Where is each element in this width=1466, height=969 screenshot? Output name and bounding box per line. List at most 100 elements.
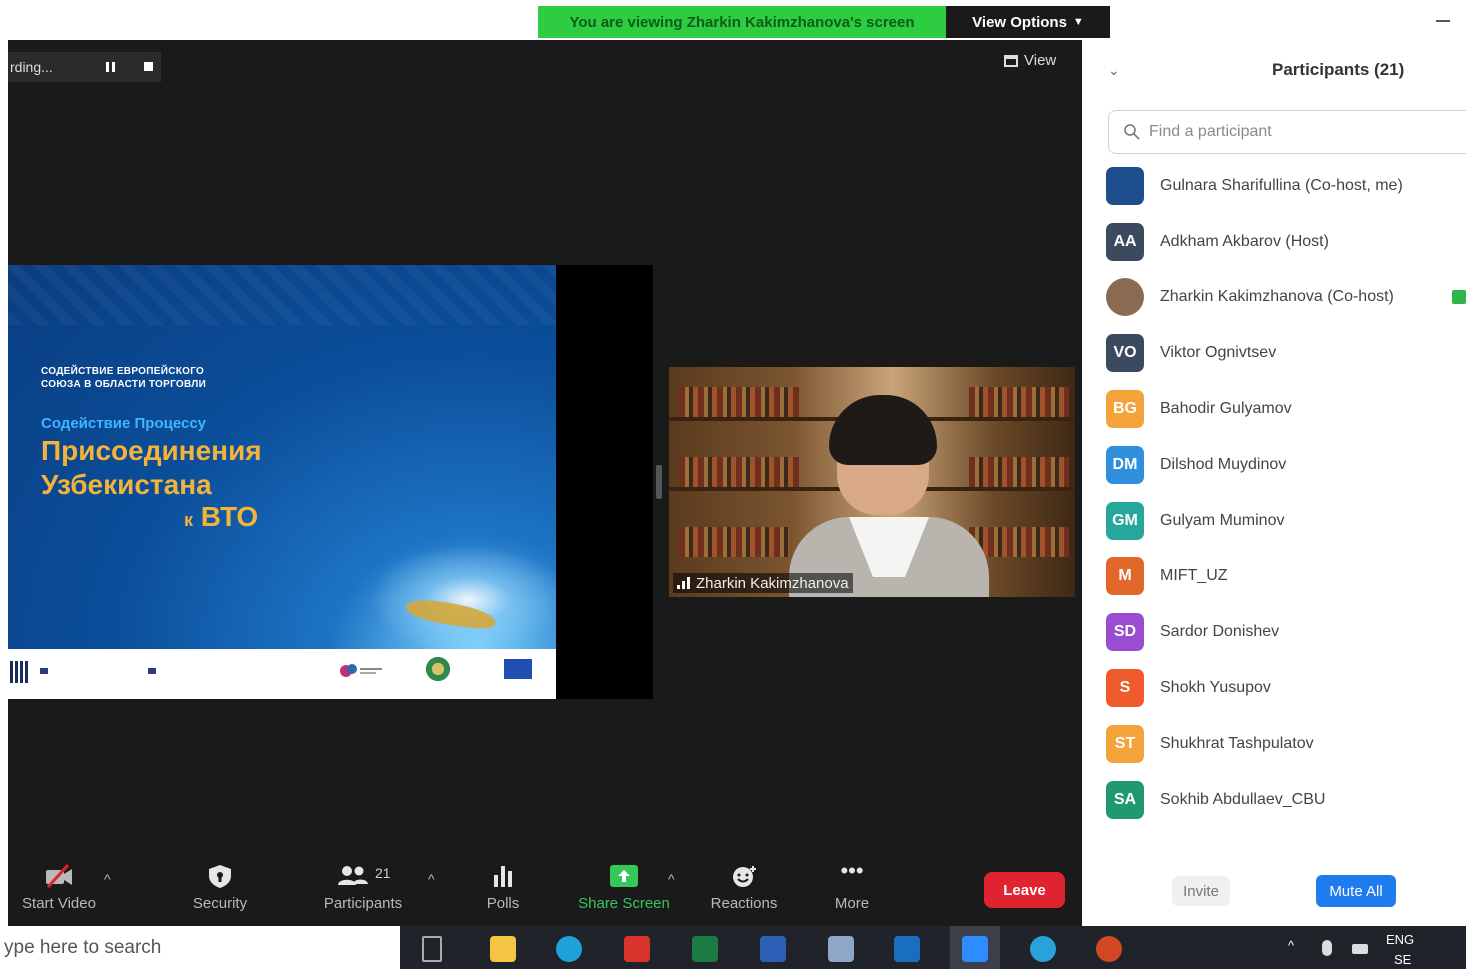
shared-screen: СОДЕЙСТВИЕ ЕВРОПЕЙСКОГО СОЮЗА В ОБЛАСТИ … (8, 265, 653, 699)
search-input[interactable] (1149, 123, 1449, 141)
participant-row[interactable]: SA Sokhib Abdullaev_CBU (1106, 772, 1466, 828)
panel-title: Participants (21) (1272, 60, 1405, 79)
participant-row[interactable]: SD Sardor Donishev (1106, 604, 1466, 660)
video-options-caret[interactable]: ^ (104, 871, 111, 887)
chevron-down-icon[interactable]: ⌄ (1108, 62, 1120, 79)
pause-icon[interactable] (106, 62, 116, 72)
edge-icon[interactable] (556, 936, 582, 962)
participant-row[interactable]: M MIFT_UZ (1106, 549, 1466, 605)
view-button[interactable]: View (1004, 52, 1056, 69)
app-icon[interactable] (828, 936, 854, 962)
avatar: SA (1106, 780, 1144, 819)
avatar: AA (1106, 222, 1144, 261)
participant-row[interactable]: VO Viktor Ognivtsev (1106, 325, 1466, 381)
minimize-icon[interactable] (1436, 20, 1450, 22)
slide-title-line1: Присоединения (41, 435, 262, 466)
participant-name: MIFT_UZ (1160, 567, 1228, 585)
video-off-icon (46, 863, 72, 889)
invite-button[interactable]: Invite (1172, 876, 1230, 906)
microphone-icon[interactable] (1322, 940, 1332, 956)
reactions-button[interactable]: Reactions (704, 855, 784, 926)
participant-name: Adkham Akbarov (Host) (1160, 232, 1329, 250)
telegram-icon[interactable] (1030, 936, 1056, 962)
avatar: M (1106, 557, 1144, 596)
view-options-button[interactable]: View Options ▼ (946, 6, 1110, 38)
view-label: View (1024, 52, 1057, 69)
battery-icon[interactable] (1352, 944, 1368, 954)
avatar: DM (1106, 445, 1144, 484)
word-icon[interactable] (760, 936, 786, 962)
chevron-down-icon: ▼ (1072, 16, 1084, 28)
uzbekistan-emblem-icon (424, 655, 452, 683)
chevron-up-icon[interactable]: ^ (1288, 938, 1294, 953)
participant-name: Gulnara Sharifullina (Co-host, me) (1160, 176, 1403, 194)
participant-list: Gulnara Sharifullina (Co-host, me) AA Adkh… (1106, 158, 1466, 828)
outlook-icon[interactable] (894, 936, 920, 962)
avatar: SD (1106, 613, 1144, 652)
viewing-banner: You are viewing Zharkin Kakimzhanova's s… (538, 6, 946, 38)
share-options-caret[interactable]: ^ (668, 871, 675, 887)
speaker-name-tag: Zharkin Kakimzhanova (673, 573, 853, 593)
eu-flag-icon (504, 659, 532, 679)
participant-name: Gulyam Muminov (1160, 511, 1285, 529)
sharing-screen-icon (1452, 289, 1466, 304)
taskbar-search[interactable]: ype here to search (0, 926, 400, 969)
mute-all-button[interactable]: Mute All (1316, 875, 1396, 907)
stop-icon[interactable] (144, 62, 153, 71)
screen: { "banner": { "viewing_text": "You are v… (0, 0, 1466, 969)
footer-link-icon (148, 667, 156, 675)
start-video-button[interactable]: Start Video (14, 855, 104, 926)
participant-row[interactable]: S Shokh Yusupov (1106, 660, 1466, 716)
resize-handle[interactable] (656, 465, 662, 499)
search-icon (1124, 124, 1140, 140)
participants-panel: ⌄ Participants (21) Gulnara Sharifullina… (1082, 40, 1466, 926)
powerpoint-icon[interactable] (1096, 936, 1122, 962)
speaker-video: Zharkin Kakimzhanova (669, 367, 1075, 597)
participant-name: Sardor Donishev (1160, 623, 1280, 641)
leave-button[interactable]: Leave (984, 872, 1065, 908)
share-screen-icon (610, 865, 638, 887)
recording-label: rding... (10, 59, 53, 75)
participant-row[interactable]: DM Dilshod Muydinov (1106, 437, 1466, 493)
more-button[interactable]: ••• More (822, 855, 882, 926)
view-options-label: View Options (972, 13, 1067, 31)
itc-logo (340, 664, 382, 677)
participants-count: 21 (375, 865, 391, 881)
avatar (1106, 166, 1144, 205)
participant-name: Zharkin Kakimzhanova (Co-host) (1160, 288, 1394, 306)
polls-button[interactable]: Polls (473, 855, 533, 926)
participant-name: Sokhib Abdullaev_CBU (1160, 790, 1326, 808)
participant-row[interactable]: AA Adkham Akbarov (Host) (1106, 214, 1466, 270)
participant-name: Dilshod Muydinov (1160, 455, 1287, 473)
shield-icon (209, 865, 231, 888)
participant-row[interactable]: Zharkin Kakimzhanova (Co-host) (1106, 270, 1466, 326)
file-explorer-icon[interactable] (490, 936, 516, 962)
participant-row[interactable]: Gulnara Sharifullina (Co-host, me) (1106, 158, 1466, 214)
task-view-icon[interactable] (422, 936, 442, 962)
meeting-area: rding... View СОДЕЙСТВИЕ ЕВРОПЕЙСКОГО СО… (8, 40, 1082, 926)
participant-row[interactable]: BG Bahodir Gulyamov (1106, 381, 1466, 437)
excel-icon[interactable] (692, 936, 718, 962)
participant-name: Shukhrat Tashpulatov (1160, 734, 1314, 752)
avatar: VO (1106, 334, 1144, 373)
grid-view-icon (1004, 54, 1018, 67)
more-icon: ••• (840, 858, 864, 883)
share-screen-button[interactable]: Share Screen (574, 855, 674, 926)
acrobat-icon[interactable] (624, 936, 650, 962)
participant-row[interactable]: GM Gulyam Muminov (1106, 493, 1466, 549)
avatar: S (1106, 669, 1144, 708)
windows-taskbar: ype here to search ^ ENG SE (0, 926, 1466, 969)
avatar: GM (1106, 501, 1144, 540)
slide-title-line3: к ВТО (184, 501, 259, 532)
security-button[interactable]: Security (180, 855, 260, 926)
zoom-icon[interactable] (962, 936, 988, 962)
meeting-toolbar: Start Video ^ Security 21 Participants ^… (8, 855, 1082, 926)
participant-row[interactable]: ST Shukhrat Tashpulatov (1106, 716, 1466, 772)
reactions-icon (733, 866, 756, 887)
participants-options-caret[interactable]: ^ (428, 871, 435, 887)
participants-button[interactable]: 21 Participants (313, 855, 413, 926)
slide-footer (8, 649, 556, 699)
language-indicator[interactable]: ENG (1386, 932, 1414, 947)
participant-search (1108, 110, 1466, 154)
presentation-slide: СОДЕЙСТВИЕ ЕВРОПЕЙСКОГО СОЮЗА В ОБЛАСТИ … (8, 265, 556, 699)
